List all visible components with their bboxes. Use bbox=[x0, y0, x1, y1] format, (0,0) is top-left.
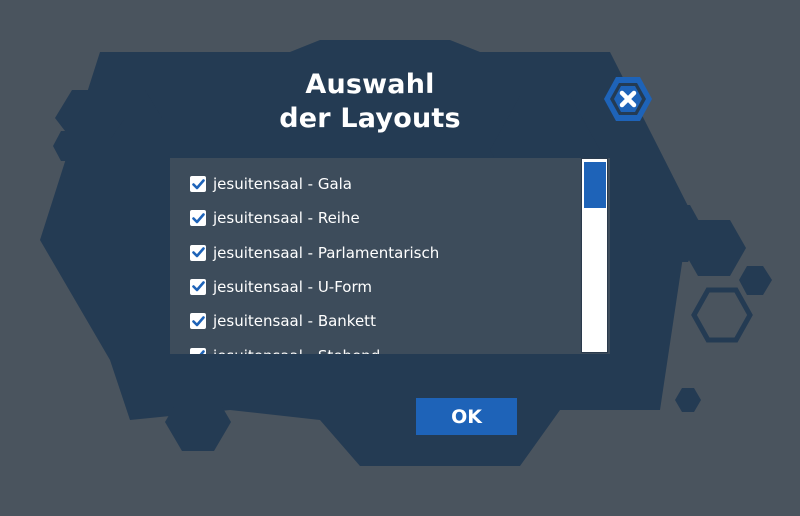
layout-list-item[interactable]: jesuitensaal - Parlamentarisch bbox=[190, 241, 439, 265]
scrollbar[interactable] bbox=[581, 158, 608, 353]
layout-list-item[interactable]: jesuitensaal - Bankett bbox=[190, 309, 376, 333]
layout-checkbox[interactable] bbox=[190, 244, 206, 261]
layout-list[interactable]: jesuitensaal - Gala jesuitensaal - Reihe j… bbox=[170, 158, 610, 354]
scrollbar-thumb[interactable] bbox=[584, 162, 606, 208]
dialog-title-line-1: Auswahl bbox=[305, 69, 435, 100]
layout-checkbox[interactable] bbox=[190, 313, 206, 330]
layout-item-label: jesuitensaal - Gala bbox=[213, 175, 352, 193]
layout-checkbox[interactable] bbox=[190, 278, 206, 295]
close-button[interactable] bbox=[604, 76, 652, 122]
layout-item-label: jesuitensaal - U-Form bbox=[213, 277, 372, 296]
layout-item-label: jesuitensaal - Bankett bbox=[213, 312, 376, 331]
checkmark-icon bbox=[191, 178, 205, 189]
layout-list-item[interactable]: jesuitensaal - U-Form bbox=[190, 275, 372, 299]
dialog-title-line-2: der Layouts bbox=[279, 103, 461, 134]
layout-list-item[interactable]: jesuitensaal - Gala bbox=[190, 172, 352, 196]
checkmark-icon bbox=[199, 350, 205, 354]
layout-item-label: jesuitensaal - Parlamentarisch bbox=[213, 243, 440, 262]
layout-checkbox[interactable] bbox=[190, 210, 206, 227]
checkmark-icon bbox=[191, 281, 205, 292]
checkmark-icon bbox=[191, 212, 205, 224]
ok-button[interactable]: OK bbox=[416, 398, 517, 435]
checkmark-icon bbox=[191, 247, 205, 258]
layout-item-label: jesuitensaal - Stehend bbox=[213, 347, 380, 355]
layout-list-item[interactable]: jesuitensaal - Stehend bbox=[190, 344, 380, 355]
layout-item-label: jesuitensaal - Reihe bbox=[213, 209, 360, 228]
layout-list-item[interactable]: jesuitensaal - Reihe bbox=[190, 206, 360, 230]
checkmark-icon bbox=[191, 315, 205, 326]
close-icon bbox=[604, 77, 652, 121]
dialog-title: Auswahl der Layouts bbox=[250, 68, 490, 136]
layout-checkbox[interactable] bbox=[190, 176, 206, 192]
layout-checkbox[interactable] bbox=[190, 347, 206, 354]
